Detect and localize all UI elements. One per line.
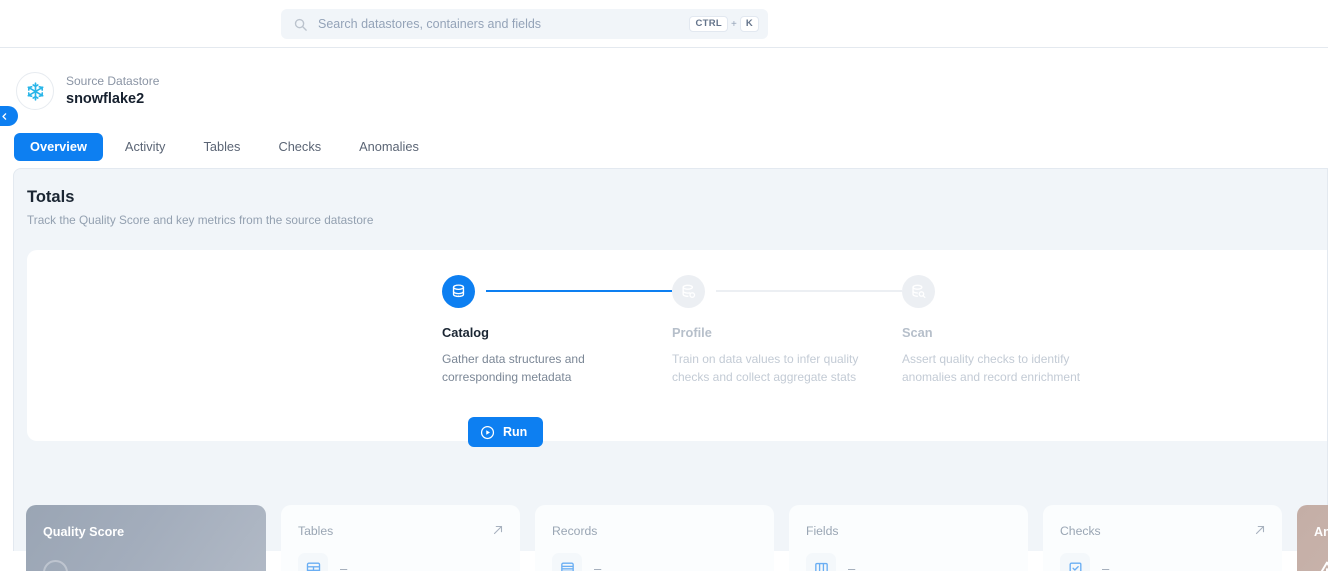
step-catalog-name: Catalog bbox=[442, 325, 489, 340]
metric-records-label: Records bbox=[552, 524, 598, 538]
step-profile[interactable]: Profile Train on data values to infer qu… bbox=[672, 272, 902, 386]
check-document-icon bbox=[1060, 553, 1090, 571]
quality-score-value: – bbox=[83, 566, 90, 571]
external-link-icon[interactable] bbox=[492, 524, 504, 536]
step-scan-head bbox=[902, 272, 1132, 310]
tab-activity[interactable]: Activity bbox=[109, 133, 182, 162]
metric-records-body: – bbox=[552, 553, 757, 571]
metric-card-checks[interactable]: Checks – bbox=[1043, 505, 1282, 571]
metric-fields-body: – bbox=[806, 553, 1011, 571]
avatar bbox=[16, 72, 54, 110]
database-gear-icon bbox=[682, 284, 696, 298]
metric-card-records[interactable]: Records – bbox=[535, 505, 774, 571]
external-link-icon[interactable] bbox=[1254, 524, 1266, 536]
metric-card-fields[interactable]: Fields – bbox=[789, 505, 1028, 571]
step-scan-description: Assert quality checks to identify anomal… bbox=[902, 352, 1081, 384]
quality-score-ring-icon bbox=[43, 560, 68, 571]
metric-tables-body: – bbox=[298, 553, 503, 571]
columns-icon bbox=[806, 553, 836, 571]
page-root: Source Datastore snowflake2 Overview Act… bbox=[0, 48, 1328, 571]
search-icon bbox=[294, 18, 307, 31]
step-catalog[interactable]: Catalog Gather data structures and corre… bbox=[442, 272, 672, 386]
run-button-label: Run bbox=[503, 425, 528, 439]
tab-bar: Overview Activity Tables Checks Anomalie… bbox=[0, 110, 1328, 168]
page-title: snowflake2 bbox=[66, 90, 145, 107]
snowflake-icon bbox=[26, 81, 44, 101]
tab-tables[interactable]: Tables bbox=[187, 133, 256, 162]
totals-panel: Totals Track the Quality Score and key m… bbox=[13, 168, 1328, 571]
metric-fields-value: – bbox=[848, 560, 856, 571]
tab-anomalies[interactable]: Anomalies bbox=[343, 133, 435, 162]
step-catalog-head bbox=[442, 272, 672, 310]
step-catalog-description: Gather data structures and corresponding… bbox=[442, 352, 585, 384]
search-shortcut-hint: CTRL + K bbox=[689, 15, 759, 33]
step-connector-2 bbox=[716, 290, 902, 292]
step-scan-dot bbox=[902, 274, 935, 308]
step-scan[interactable]: Scan Assert quality checks to identify a… bbox=[902, 272, 1132, 386]
metric-card-tables[interactable]: Tables – bbox=[281, 505, 520, 571]
step-profile-dot bbox=[672, 274, 705, 308]
step-scan-name: Scan bbox=[902, 325, 933, 340]
metric-records-value: – bbox=[594, 560, 602, 571]
datastore-header: Source Datastore snowflake2 bbox=[0, 48, 1328, 110]
records-rows-icon bbox=[552, 553, 582, 571]
metric-checks-body: – bbox=[1060, 553, 1265, 571]
totals-title: Totals bbox=[27, 188, 75, 206]
tab-overview[interactable]: Overview bbox=[14, 132, 103, 162]
metric-fields-label: Fields bbox=[806, 524, 839, 538]
table-grid-icon bbox=[298, 553, 328, 571]
metrics-row: Quality Score – Tables bbox=[26, 505, 1328, 571]
run-button[interactable]: Run bbox=[468, 417, 544, 447]
metric-tables-value: – bbox=[340, 560, 348, 571]
metric-anomalies-body bbox=[1314, 558, 1328, 571]
chevron-left-icon bbox=[2, 112, 7, 120]
quality-score-body: – bbox=[43, 560, 249, 571]
top-bar: CTRL + K bbox=[0, 0, 1328, 48]
step-connector-1 bbox=[486, 290, 672, 292]
step-profile-name: Profile bbox=[672, 325, 712, 340]
step-profile-description: Train on data values to infer quality ch… bbox=[672, 352, 859, 384]
datastore-meta: Source Datastore snowflake2 bbox=[66, 74, 159, 109]
metric-card-quality-score[interactable]: Quality Score – bbox=[26, 505, 266, 571]
metric-checks-label: Checks bbox=[1060, 524, 1101, 538]
warning-triangle-icon bbox=[1314, 558, 1328, 571]
metric-tables-label: Tables bbox=[298, 524, 334, 538]
kbd-plus: + bbox=[730, 18, 737, 30]
tab-checks[interactable]: Checks bbox=[262, 133, 337, 162]
metric-checks-value: – bbox=[1102, 560, 1110, 571]
datastore-kind: Source Datastore bbox=[66, 73, 160, 88]
metric-card-anomalies[interactable]: Anomalies bbox=[1297, 505, 1328, 571]
database-icon bbox=[452, 283, 465, 297]
search-input[interactable] bbox=[308, 17, 690, 31]
step-catalog-dot bbox=[442, 274, 475, 308]
run-workflow-card: Catalog Gather data structures and corre… bbox=[27, 250, 1327, 447]
global-search[interactable]: CTRL + K bbox=[281, 9, 768, 39]
kbd-ctrl: CTRL bbox=[689, 15, 728, 33]
step-profile-head bbox=[672, 272, 902, 310]
quality-score-label: Quality Score bbox=[43, 525, 125, 539]
metric-anomalies-label: Anomalies bbox=[1314, 525, 1328, 539]
totals-subtitle: Track the Quality Score and key metrics … bbox=[27, 213, 374, 227]
kbd-k: K bbox=[739, 15, 759, 33]
play-circle-icon bbox=[480, 425, 495, 439]
database-search-icon bbox=[912, 284, 926, 298]
workflow-stepper: Catalog Gather data structures and corre… bbox=[442, 272, 1132, 386]
